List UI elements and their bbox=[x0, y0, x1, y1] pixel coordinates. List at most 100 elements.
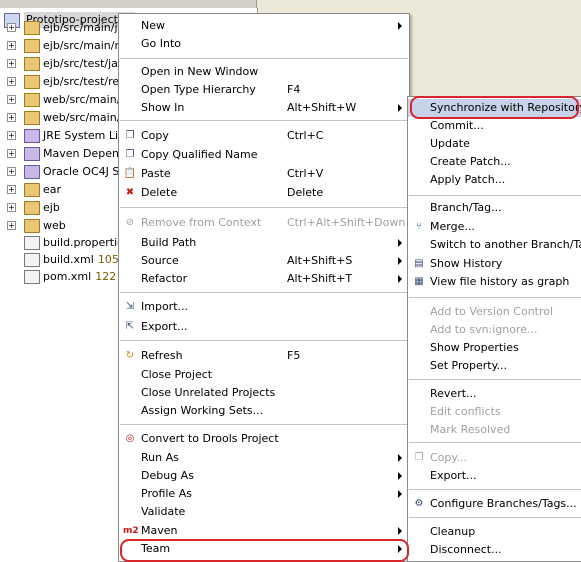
tree-item-label: ejb/src/test/res bbox=[43, 73, 125, 90]
expand-icon[interactable]: + bbox=[7, 23, 16, 32]
menu-item-accelerator: Ctrl+Alt+Shift+Down bbox=[287, 216, 406, 229]
menu-item-accelerator: F5 bbox=[287, 349, 301, 362]
menu-item-switch-to-another-branch-tag-r[interactable]: Switch to another Branch/Tag/R bbox=[408, 236, 581, 254]
menu-item-label: Go Into bbox=[141, 37, 182, 50]
expand-icon[interactable]: + bbox=[7, 59, 16, 68]
menu-item-label: Revert... bbox=[430, 387, 477, 400]
menu-item-label: Validate bbox=[141, 505, 186, 518]
submenu-arrow-icon bbox=[398, 472, 402, 480]
source-folder-icon bbox=[24, 57, 40, 71]
menu-item-refactor[interactable]: Refactor Alt+Shift+T bbox=[119, 270, 409, 288]
expand-icon[interactable]: + bbox=[7, 185, 16, 194]
menu-item-debug-as[interactable]: Debug As bbox=[119, 467, 409, 485]
menu-item-merge[interactable]: ⑂ Merge... bbox=[408, 218, 581, 236]
graph-icon: ▦ bbox=[414, 276, 424, 287]
team-submenu[interactable]: Synchronize with Repository Commit... Upda… bbox=[407, 96, 581, 562]
menu-item-apply-patch[interactable]: Apply Patch... bbox=[408, 171, 581, 189]
menu-item-label: Remove from Context bbox=[141, 216, 262, 229]
expand-icon[interactable]: + bbox=[7, 131, 16, 140]
menu-item-cleanup[interactable]: Cleanup bbox=[408, 523, 581, 541]
menu-item-label: Configure Branches/Tags... bbox=[430, 497, 577, 510]
menu-item-export[interactable]: ⇱ Export... bbox=[119, 318, 409, 336]
menu-separator bbox=[120, 340, 408, 341]
copy-icon: ❐ bbox=[414, 452, 424, 463]
menu-separator bbox=[120, 58, 408, 59]
menu-item-run-as[interactable]: Run As bbox=[119, 449, 409, 467]
menu-item-delete[interactable]: ✖ Delete Delete bbox=[119, 184, 409, 202]
expand-icon[interactable]: + bbox=[7, 149, 16, 158]
paste-icon: 📋 bbox=[123, 168, 137, 179]
menu-item-label: Open in New Window bbox=[141, 65, 259, 78]
source-folder-icon bbox=[24, 21, 40, 35]
tree-item-text: JRE System Lib bbox=[43, 129, 126, 142]
tree-item-label: web/src/main/r bbox=[43, 91, 125, 108]
menu-item-assign-working-sets[interactable]: Assign Working Sets... bbox=[119, 402, 409, 420]
expand-icon[interactable]: + bbox=[7, 113, 16, 122]
menu-item-export[interactable]: Export... bbox=[408, 467, 581, 485]
menu-separator bbox=[409, 297, 581, 298]
menu-item-refresh[interactable]: ↻ Refresh F5 bbox=[119, 347, 409, 365]
menu-item-convert-to-drools-project[interactable]: ◎ Convert to Drools Project bbox=[119, 430, 409, 448]
menu-item-show-history[interactable]: ▤ Show History bbox=[408, 255, 581, 273]
library-icon bbox=[24, 147, 40, 161]
toolbar-strip bbox=[0, 0, 581, 8]
menu-item-new[interactable]: New bbox=[119, 17, 409, 35]
menu-item-revert[interactable]: Revert... bbox=[408, 385, 581, 403]
menu-item-maven[interactable]: m2 Maven bbox=[119, 522, 409, 540]
tree-item-label: web/src/main/w bbox=[43, 109, 129, 126]
menu-item-add-to-svn-ignore: Add to svn:ignore... bbox=[408, 321, 581, 339]
expand-icon[interactable]: + bbox=[7, 95, 16, 104]
editor-toolbar-strip bbox=[256, 0, 581, 8]
menu-item-label: Paste bbox=[141, 167, 171, 180]
menu-item-copy-qualified-name[interactable]: ❐ Copy Qualified Name bbox=[119, 146, 409, 164]
menu-item-show-properties[interactable]: Show Properties bbox=[408, 339, 581, 357]
import-icon: ⇲ bbox=[125, 301, 135, 312]
menu-item-branch-tag[interactable]: Branch/Tag... bbox=[408, 199, 581, 217]
xml-file-icon bbox=[24, 253, 40, 267]
merge-icon: ⑂ bbox=[416, 221, 422, 232]
menu-item-validate[interactable]: Validate bbox=[119, 503, 409, 521]
expand-icon[interactable]: + bbox=[7, 221, 16, 230]
menu-item-go-into[interactable]: Go Into bbox=[119, 35, 409, 53]
menu-item-commit[interactable]: Commit... bbox=[408, 117, 581, 135]
menu-item-label: Set Property... bbox=[430, 359, 508, 372]
tree-item-label: build.xml 105 5 bbox=[43, 251, 129, 268]
menu-separator bbox=[409, 379, 581, 380]
menu-item-show-in[interactable]: Show In Alt+Shift+W bbox=[119, 99, 409, 117]
tree-item-label: build.properties bbox=[43, 234, 130, 251]
menu-item-label: Edit conflicts bbox=[430, 405, 501, 418]
expand-icon[interactable]: + bbox=[7, 203, 16, 212]
submenu-arrow-icon bbox=[398, 239, 402, 247]
menu-item-remove-from-context: ⊘ Remove from Context Ctrl+Alt+Shift+Down bbox=[119, 214, 409, 232]
tree-item-label: pom.xml 122 1 bbox=[43, 268, 127, 285]
menu-item-set-property[interactable]: Set Property... bbox=[408, 357, 581, 375]
expand-icon[interactable]: + bbox=[7, 41, 16, 50]
menu-item-open-in-new-window[interactable]: Open in New Window bbox=[119, 63, 409, 81]
menu-item-import[interactable]: ⇲ Import... bbox=[119, 298, 409, 316]
menu-item-open-type-hierarchy[interactable]: Open Type Hierarchy F4 bbox=[119, 81, 409, 99]
menu-item-create-patch[interactable]: Create Patch... bbox=[408, 153, 581, 171]
menu-item-label: Convert to Drools Project bbox=[141, 432, 279, 445]
menu-item-paste[interactable]: 📋 Paste Ctrl+V bbox=[119, 165, 409, 183]
drools-icon: ◎ bbox=[125, 433, 135, 444]
refresh-icon: ↻ bbox=[125, 350, 135, 361]
menu-item-view-file-history-as-graph[interactable]: ▦ View file history as graph bbox=[408, 273, 581, 291]
tree-item-label: web bbox=[43, 217, 66, 234]
tree-item-label: ejb bbox=[43, 199, 60, 216]
menu-item-label: Assign Working Sets... bbox=[141, 404, 264, 417]
menu-item-copy[interactable]: ❐ Copy Ctrl+C bbox=[119, 127, 409, 145]
menu-item-source[interactable]: Source Alt+Shift+S bbox=[119, 252, 409, 270]
menu-item-update[interactable]: Update bbox=[408, 135, 581, 153]
menu-item-disconnect[interactable]: Disconnect... bbox=[408, 541, 581, 559]
source-folder-icon bbox=[24, 93, 40, 107]
menu-item-build-path[interactable]: Build Path bbox=[119, 234, 409, 252]
menu-separator bbox=[409, 489, 581, 490]
menu-item-configure-branches-tags[interactable]: ⚙ Configure Branches/Tags... bbox=[408, 495, 581, 513]
menu-item-close-project[interactable]: Close Project bbox=[119, 366, 409, 384]
context-menu[interactable]: New Go Into Open in New Window Open Type Hi… bbox=[118, 13, 410, 562]
tree-item-text: build.properties bbox=[43, 236, 130, 249]
menu-item-profile-as[interactable]: Profile As bbox=[119, 485, 409, 503]
menu-item-close-unrelated-projects[interactable]: Close Unrelated Projects bbox=[119, 384, 409, 402]
expand-icon[interactable]: + bbox=[7, 167, 16, 176]
expand-icon[interactable]: + bbox=[7, 77, 16, 86]
